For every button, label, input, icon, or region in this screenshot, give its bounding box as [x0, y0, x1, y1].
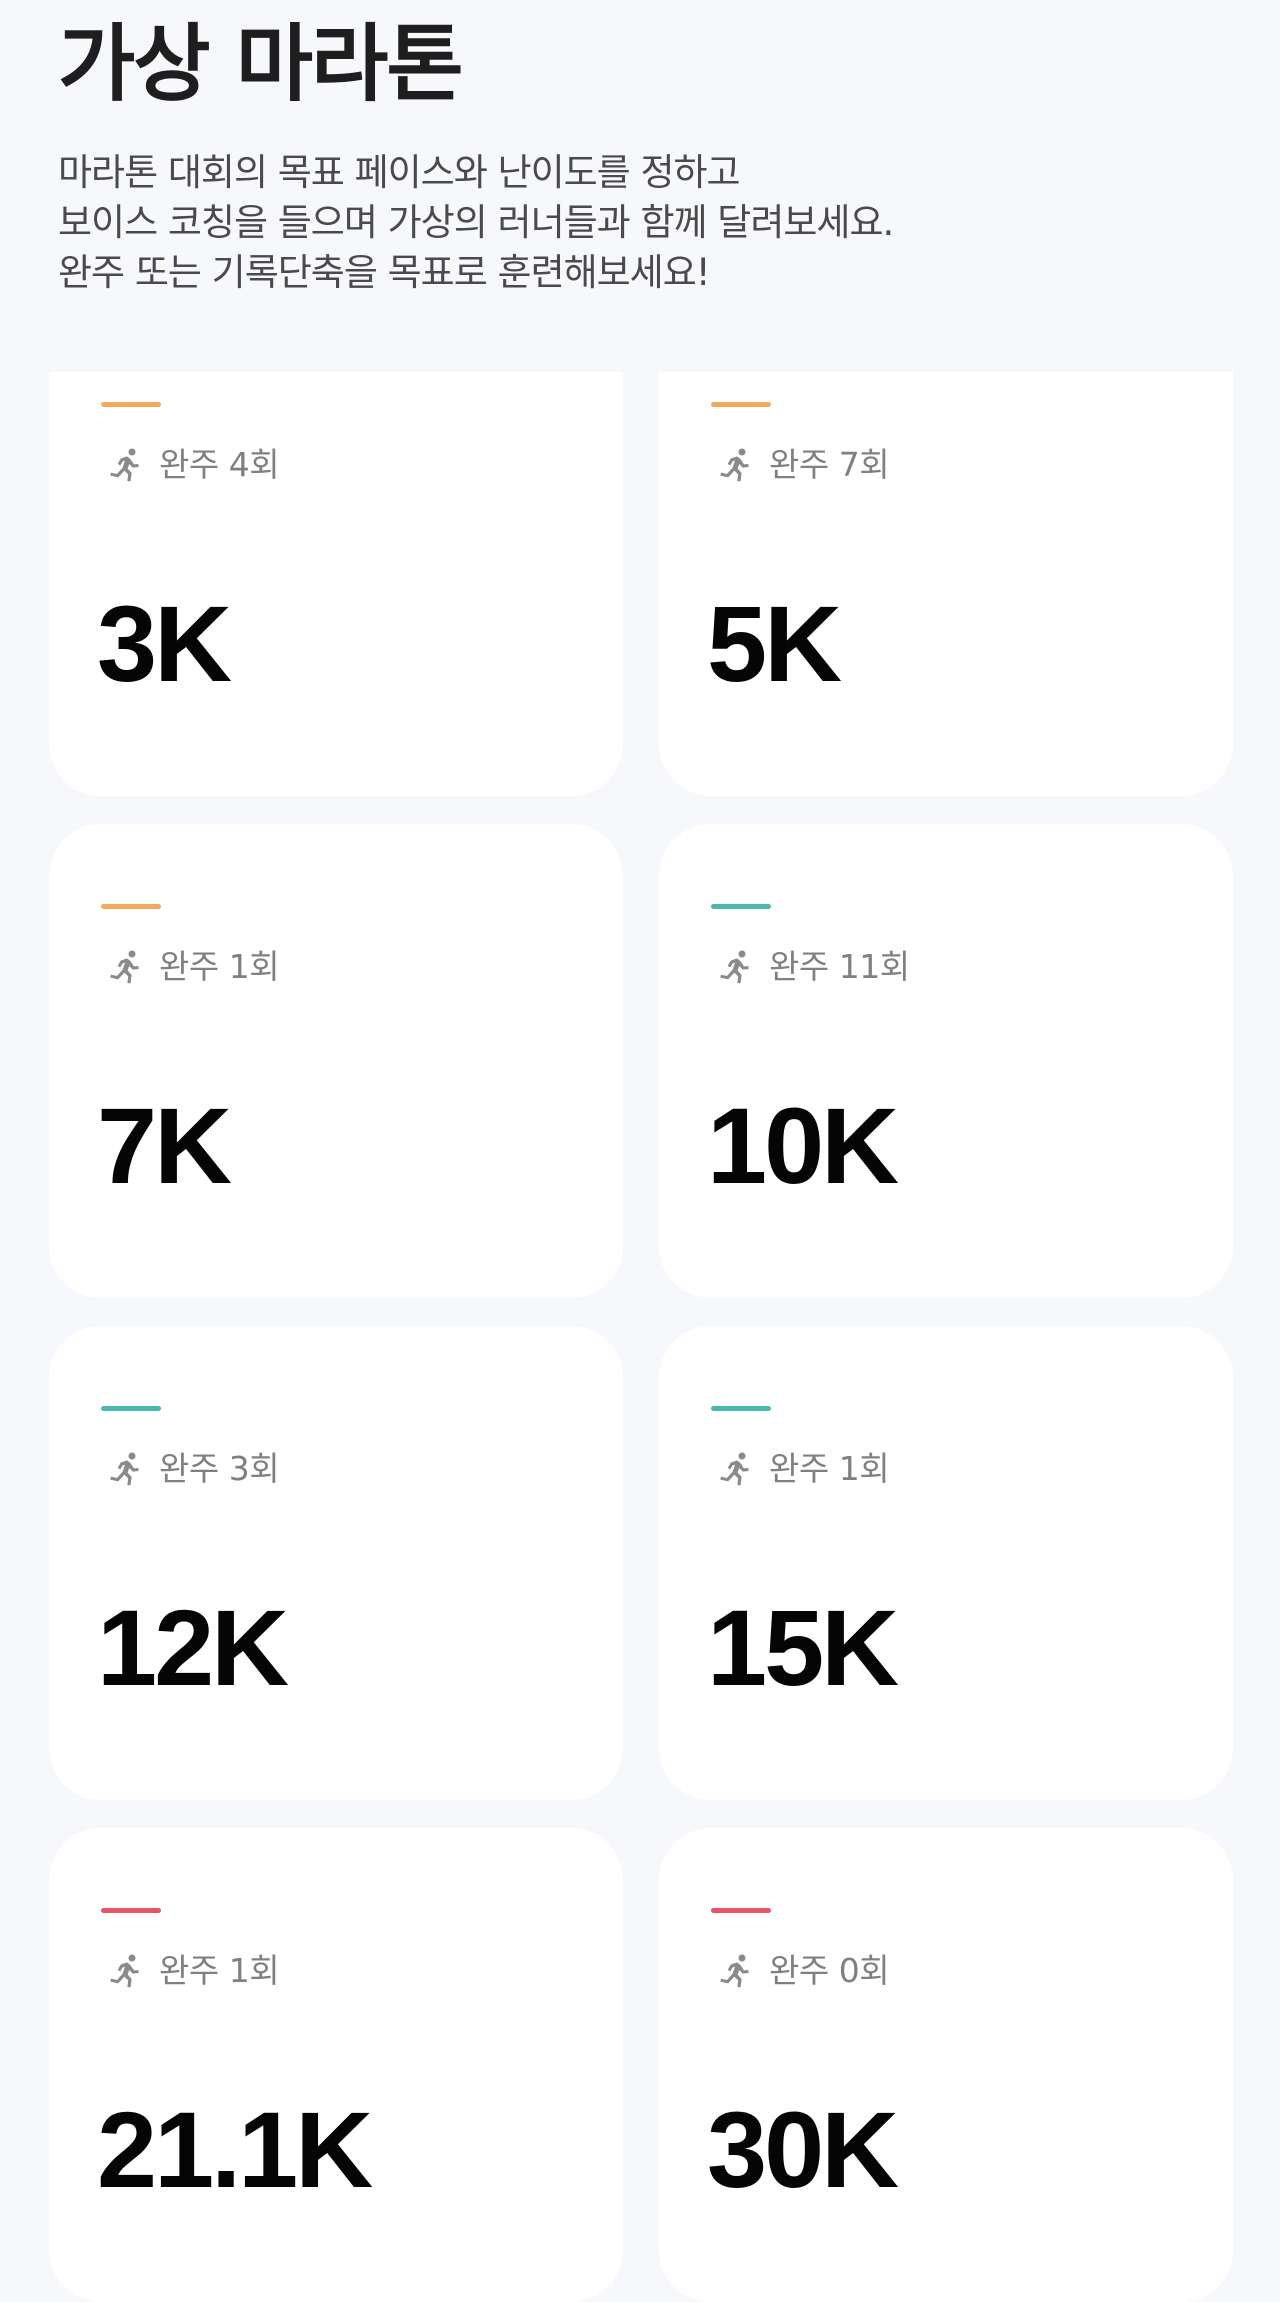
race-grid: 완주 4회 3K 완주 7회 5K 완주 1회 7K 완주 11회 10K 완주…: [0, 0, 1280, 2302]
race-card-21-1k[interactable]: 완주 1회 21.1K: [49, 1828, 623, 2302]
finish-count-row: 완주 3회: [105, 1444, 280, 1494]
race-card-10k[interactable]: 완주 11회 10K: [659, 824, 1233, 1298]
finish-count-row: 완주 0회: [715, 1946, 890, 1996]
race-distance: 7K: [97, 1085, 232, 1206]
runner-icon: [715, 445, 755, 485]
race-distance: 10K: [707, 1085, 899, 1206]
race-card-30k[interactable]: 완주 0회 30K: [659, 1828, 1233, 2302]
finish-count-label: 완주 3회: [159, 1449, 280, 1488]
finish-count-row: 완주 1회: [105, 942, 280, 992]
difficulty-accent-bar: [101, 402, 161, 407]
race-card-15k[interactable]: 완주 1회 15K: [659, 1326, 1233, 1800]
runner-icon: [105, 1951, 145, 1991]
description-line-2: 보이스 코칭을 들으며 가상의 러너들과 함께 달려보세요.: [58, 201, 894, 244]
page-description: 마라톤 대회의 목표 페이스와 난이도를 정하고 보이스 코칭을 들으며 가상의…: [58, 148, 1218, 298]
runner-icon: [715, 1449, 755, 1489]
race-distance: 3K: [97, 583, 232, 704]
race-card-5k[interactable]: 완주 7회 5K: [659, 372, 1233, 796]
finish-count-row: 완주 11회: [715, 942, 910, 992]
runner-icon: [105, 445, 145, 485]
page-title: 가상 마라톤: [58, 15, 464, 113]
race-distance: 15K: [707, 1587, 899, 1708]
difficulty-accent-bar: [101, 904, 161, 909]
race-card-7k[interactable]: 완주 1회 7K: [49, 824, 623, 1298]
race-distance: 30K: [707, 2089, 899, 2210]
race-distance: 5K: [707, 583, 842, 704]
runner-icon: [105, 947, 145, 987]
difficulty-accent-bar: [101, 1406, 161, 1411]
race-distance: 12K: [97, 1587, 289, 1708]
finish-count-label: 완주 7회: [769, 445, 890, 484]
runner-icon: [715, 947, 755, 987]
race-card-3k[interactable]: 완주 4회 3K: [49, 372, 623, 796]
description-line-1: 마라톤 대회의 목표 페이스와 난이도를 정하고: [58, 151, 741, 194]
runner-icon: [715, 1951, 755, 1991]
finish-count-row: 완주 1회: [715, 1444, 890, 1494]
finish-count-label: 완주 4회: [159, 445, 280, 484]
difficulty-accent-bar: [711, 402, 771, 407]
finish-count-label: 완주 1회: [159, 1951, 280, 1990]
finish-count-label: 완주 11회: [769, 947, 910, 986]
runner-icon: [105, 1449, 145, 1489]
race-card-12k[interactable]: 완주 3회 12K: [49, 1326, 623, 1800]
difficulty-accent-bar: [101, 1908, 161, 1913]
finish-count-label: 완주 1회: [769, 1449, 890, 1488]
finish-count-label: 완주 1회: [159, 947, 280, 986]
race-distance: 21.1K: [97, 2089, 373, 2210]
finish-count-row: 완주 1회: [105, 1946, 280, 1996]
finish-count-label: 완주 0회: [769, 1951, 890, 1990]
difficulty-accent-bar: [711, 1406, 771, 1411]
description-line-3: 완주 또는 기록단축을 목표로 훈련해보세요!: [58, 251, 711, 294]
difficulty-accent-bar: [711, 904, 771, 909]
finish-count-row: 완주 7회: [715, 440, 890, 490]
finish-count-row: 완주 4회: [105, 440, 280, 490]
difficulty-accent-bar: [711, 1908, 771, 1913]
